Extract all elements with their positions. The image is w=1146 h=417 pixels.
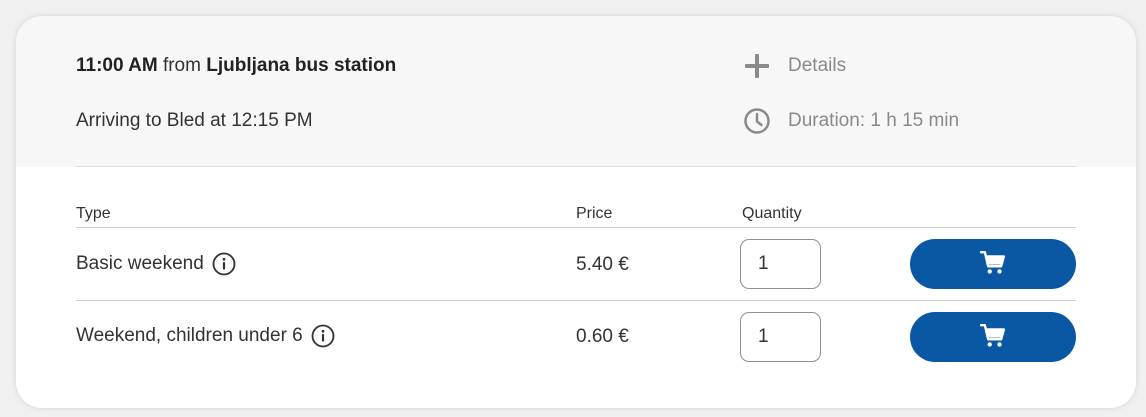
info-icon[interactable] — [311, 324, 335, 348]
ticket-price: 0.60 € — [576, 326, 629, 347]
divider — [76, 166, 1076, 167]
duration-label: Duration: 1 h 15 min — [788, 110, 960, 131]
plus-icon — [742, 51, 772, 81]
ticket-type-label: Weekend, children under 6 — [76, 325, 303, 346]
trip-card: 11:00 AM from Ljubljana bus station Arri… — [16, 16, 1136, 408]
add-to-cart-button[interactable] — [910, 239, 1076, 289]
departure-station: Ljubljana bus station — [206, 55, 397, 76]
column-header-price: Price — [576, 205, 613, 222]
quantity-input[interactable] — [740, 312, 821, 362]
cart-icon — [979, 323, 1006, 352]
details-label: Details — [788, 55, 847, 76]
clock-icon — [742, 106, 772, 136]
details-toggle[interactable]: Details — [742, 51, 846, 81]
ticket-type-label: Basic weekend — [76, 253, 204, 274]
from-word: from — [162, 55, 201, 76]
ticket-price: 5.40 € — [576, 254, 629, 275]
arrival-line: Arriving to Bled at 12:15 PM — [76, 110, 313, 131]
departure-line: 11:00 AM from Ljubljana bus station — [76, 54, 396, 78]
table-header-rule — [76, 227, 1076, 228]
duration-info: Duration: 1 h 15 min — [742, 106, 959, 136]
info-icon[interactable] — [212, 252, 236, 276]
column-header-quantity: Quantity — [742, 205, 802, 222]
departure-time: 11:00 AM — [76, 55, 158, 76]
ticket-type: Basic weekend — [76, 252, 236, 276]
quantity-input[interactable] — [740, 239, 821, 289]
row-divider — [76, 300, 1076, 301]
add-to-cart-button[interactable] — [910, 312, 1076, 362]
column-header-type: Type — [76, 205, 111, 222]
ticket-type: Weekend, children under 6 — [76, 324, 335, 348]
cart-icon — [979, 250, 1006, 279]
trip-summary — [16, 16, 1136, 167]
